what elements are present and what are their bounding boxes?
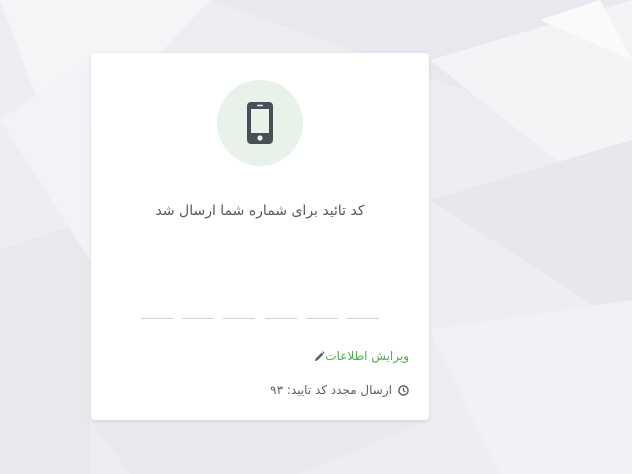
- clock-icon: [398, 384, 409, 396]
- verification-card: کد تائید برای شماره شما ارسال شد ویرایش …: [91, 53, 429, 420]
- resend-code-row: ارسال مجدد کد تایید: ۹۳: [270, 383, 409, 397]
- otp-digit-1[interactable]: [346, 308, 379, 319]
- otp-digit-4[interactable]: [223, 308, 256, 319]
- verification-message: کد تائید برای شماره شما ارسال شد: [155, 203, 365, 219]
- otp-digit-3[interactable]: [264, 308, 297, 319]
- otp-digit-5[interactable]: [182, 308, 215, 319]
- edit-info-link[interactable]: ویرایش اطلاعات: [325, 349, 409, 363]
- otp-digit-6[interactable]: [141, 308, 173, 319]
- resend-countdown: ارسال مجدد کد تایید: ۹۳: [270, 383, 392, 397]
- otp-input-group: [141, 308, 379, 320]
- otp-digit-2[interactable]: [305, 308, 338, 319]
- edit-info-row[interactable]: ویرایش اطلاعات: [308, 349, 409, 363]
- phone-icon-badge: [217, 80, 303, 166]
- pencil-icon: [314, 350, 326, 362]
- mobile-phone-icon: [247, 102, 273, 144]
